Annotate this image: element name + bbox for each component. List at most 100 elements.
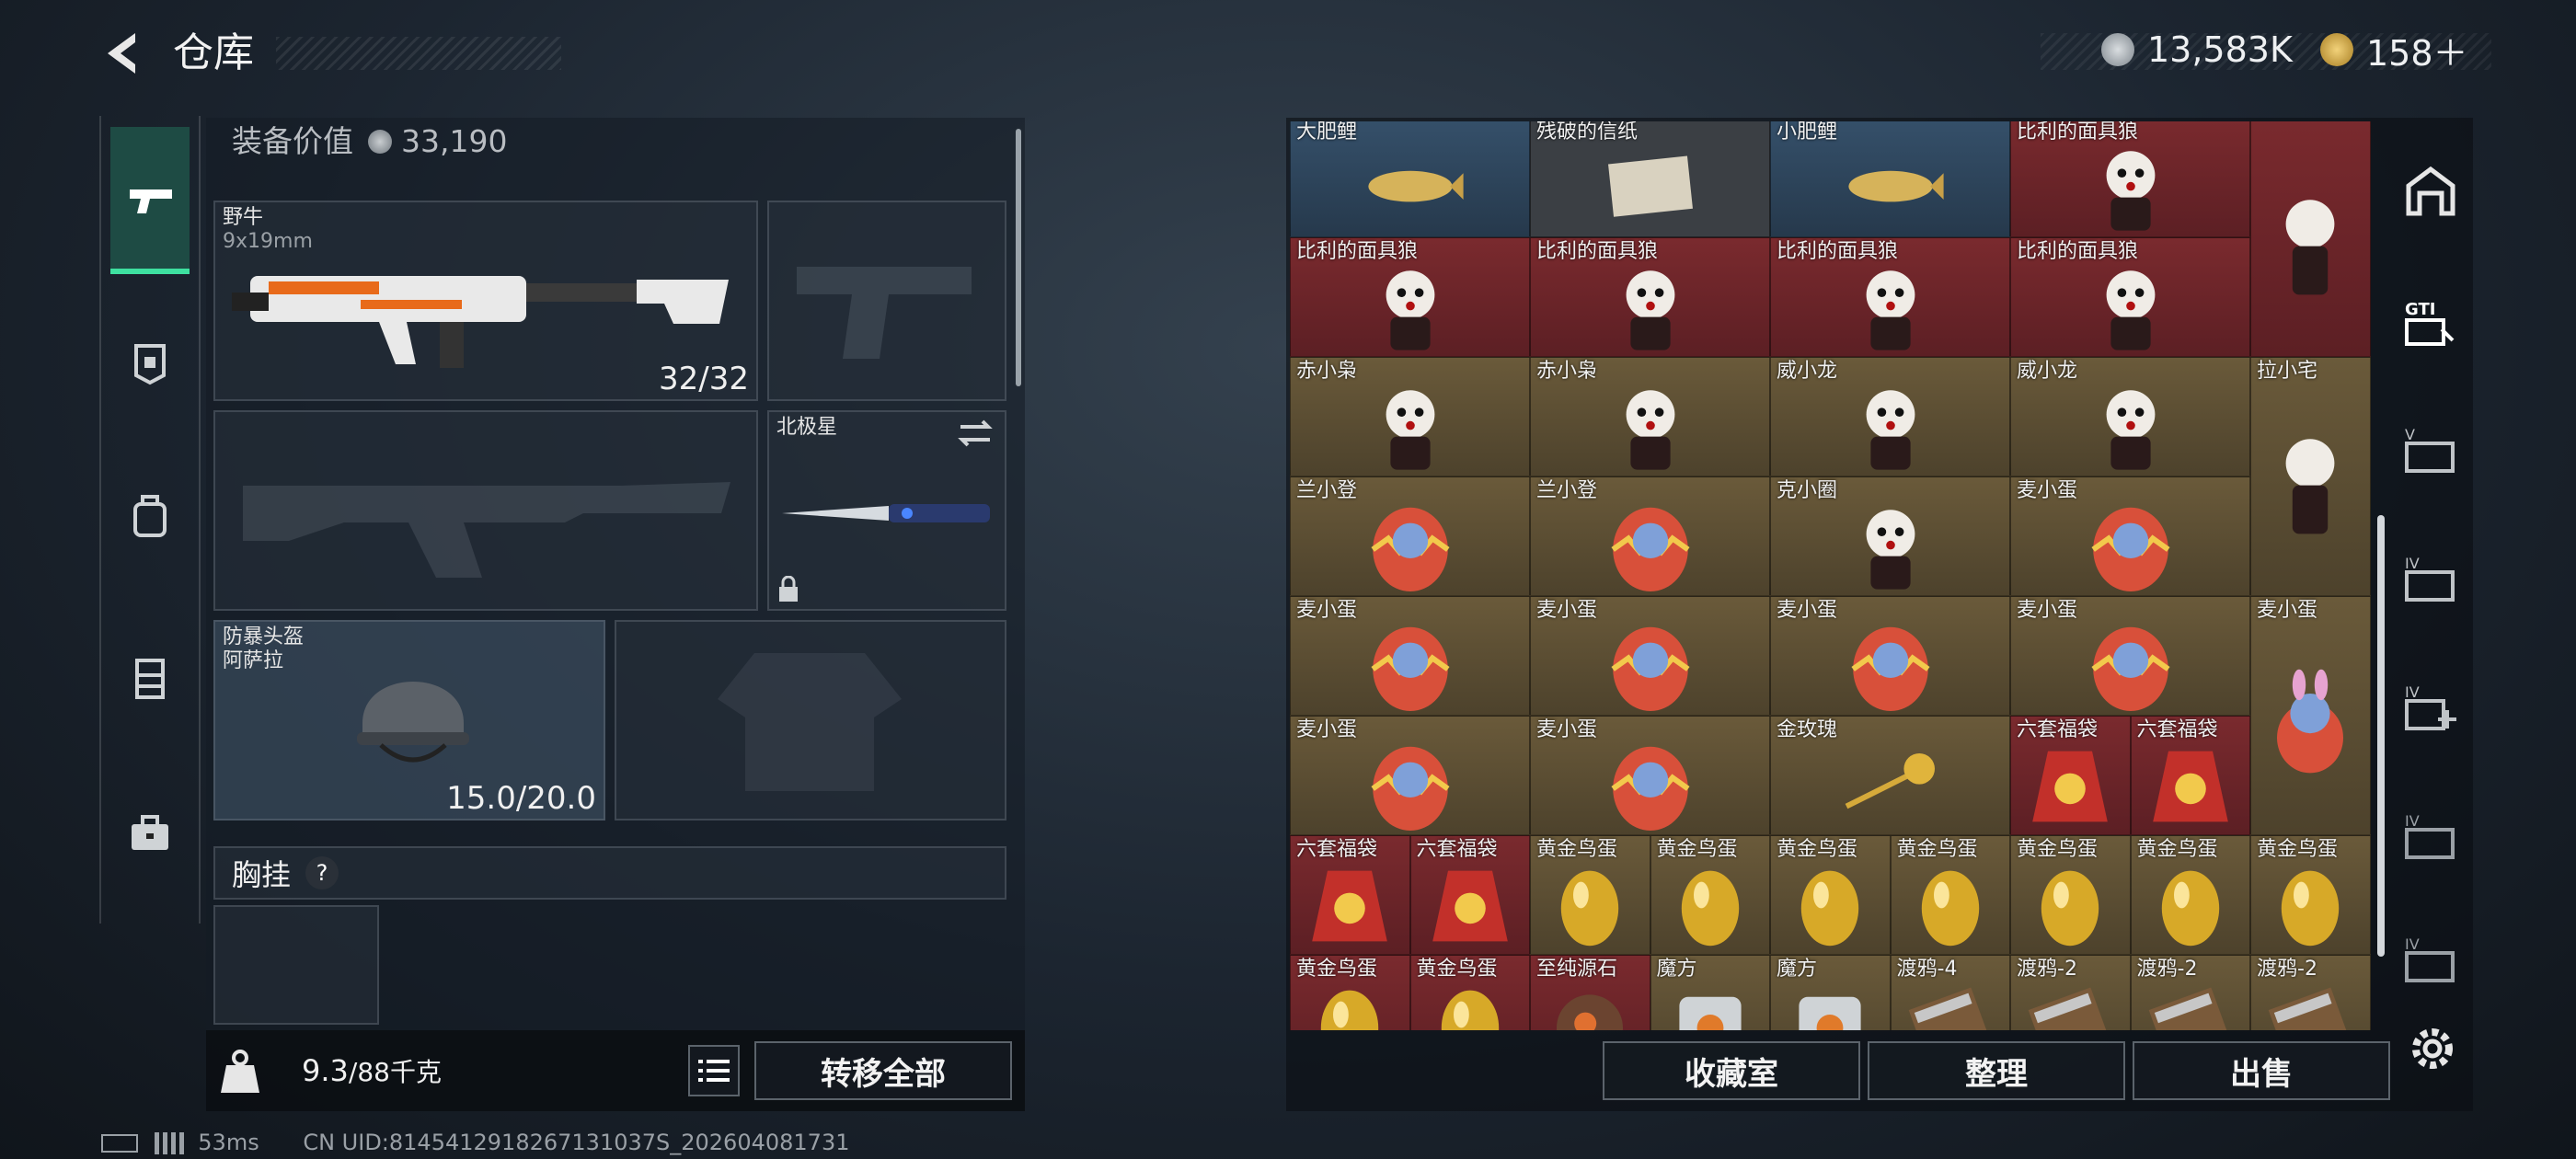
- stash-item[interactable]: 渡鸦-2: [2250, 955, 2371, 1030]
- stash-item[interactable]: 黄金鸟蛋: [2010, 835, 2131, 955]
- stash-item[interactable]: 比利的面具狼: [2010, 237, 2250, 357]
- stash-item[interactable]: 麦小蛋: [1770, 596, 2010, 716]
- egg-tall-icon: [2277, 669, 2344, 774]
- stash-item[interactable]: 赤小枭: [1530, 357, 1770, 476]
- vest-icon[interactable]: [122, 649, 178, 705]
- stash-item[interactable]: 残破的信纸: [1530, 121, 1770, 237]
- helmet-slot[interactable]: 防暴头盔 阿萨拉 15.0/20.0: [213, 620, 605, 820]
- chest-rig-slot[interactable]: [213, 905, 379, 1025]
- goldegg-icon: [1801, 870, 1859, 947]
- container-iv-medical-icon[interactable]: IV: [2401, 677, 2460, 736]
- gti-case-icon[interactable]: GTI: [2401, 293, 2460, 351]
- uid: CN UID:8145412918267131037S_202604081731: [303, 1130, 850, 1155]
- stash-item[interactable]: 赤小枭: [1290, 357, 1530, 476]
- stash-item[interactable]: 比利的面具狼: [1770, 237, 2010, 357]
- stash-icon[interactable]: [2401, 162, 2460, 221]
- container-v-icon[interactable]: V: [2401, 419, 2460, 478]
- ping: 53ms: [198, 1130, 259, 1155]
- stash-item[interactable]: 小肥鲤: [1770, 121, 2010, 237]
- stash-item[interactable]: [2250, 121, 2371, 357]
- container-iv-icon[interactable]: IV: [2401, 548, 2460, 607]
- item-name: 麦小蛋: [1777, 599, 1838, 622]
- stash-item[interactable]: 六套福袋: [2010, 716, 2131, 835]
- stash-item[interactable]: 麦小蛋: [1290, 716, 1530, 835]
- page-title: 仓库: [173, 29, 254, 76]
- stash-item[interactable]: 魔方: [1770, 955, 1891, 1030]
- stash-item[interactable]: 兰小登: [1530, 476, 1770, 596]
- stash-item[interactable]: 至纯源石: [1530, 955, 1650, 1030]
- settings-gear-icon[interactable]: [2405, 1021, 2460, 1076]
- stash-item[interactable]: 麦小蛋: [2010, 596, 2250, 716]
- stash-item[interactable]: 比利的面具狼: [1290, 237, 1530, 357]
- case-icon[interactable]: [122, 806, 178, 861]
- collection-room-button[interactable]: 收藏室: [1603, 1041, 1860, 1100]
- stash-item[interactable]: 克小圈: [1770, 476, 2010, 596]
- helmet-armor-icon[interactable]: [122, 333, 178, 388]
- doll-tall-icon: [2285, 200, 2335, 295]
- item-name: 六套福袋: [1416, 838, 1498, 861]
- stash-item[interactable]: 黄金鸟蛋: [2130, 835, 2250, 955]
- stash-grid: 大肥鲤 残破的信纸 小肥鲤 比利的面具狼 比利的面具狼 比利的面具狼 比利的面具狼 比利的面具…: [1290, 121, 2374, 1030]
- stash-item[interactable]: 六套福袋: [2130, 716, 2250, 835]
- secondary-weapon-slot[interactable]: [213, 410, 758, 611]
- stash-item[interactable]: 威小龙: [2010, 357, 2250, 476]
- svg-text:IV: IV: [2405, 935, 2420, 953]
- armor-slot[interactable]: [615, 620, 1006, 820]
- coin-balance[interactable]: 13,583K: [2101, 28, 2293, 72]
- stash-item[interactable]: 麦小蛋: [1290, 596, 1530, 716]
- container-iv-box-icon[interactable]: IV: [2401, 806, 2460, 865]
- melee-slot[interactable]: 北极星: [767, 410, 1006, 611]
- stash-item[interactable]: 六套福袋: [1290, 835, 1410, 955]
- equipment-scrollbar[interactable]: [1016, 129, 1021, 386]
- help-icon[interactable]: ?: [305, 856, 339, 889]
- item-name: 麦小蛋: [2017, 479, 2078, 502]
- primary-weapon-slot[interactable]: 野牛 9x19mm 32/32: [213, 201, 758, 401]
- stash-item[interactable]: 渡鸦-4: [1890, 955, 2010, 1030]
- doll-icon: [1866, 270, 1915, 350]
- stash-item[interactable]: 比利的面具狼: [1530, 237, 1770, 357]
- stash-item[interactable]: 渡鸦-2: [2010, 955, 2131, 1030]
- stash-scrollbar[interactable]: [2377, 515, 2385, 957]
- stash-item[interactable]: 魔方: [1650, 955, 1770, 1030]
- stash-item[interactable]: 渡鸦-2: [2130, 955, 2250, 1030]
- paper-icon: [1607, 155, 1693, 217]
- doll-icon: [1866, 510, 1915, 590]
- stash-item[interactable]: 麦小蛋: [2010, 476, 2250, 596]
- svg-text:IV: IV: [2405, 555, 2420, 572]
- stash-item[interactable]: 大肥鲤: [1290, 121, 1530, 237]
- stash-item[interactable]: 比利的面具狼: [2010, 121, 2250, 237]
- stash-item[interactable]: 拉小宅: [2250, 357, 2371, 596]
- stash-item[interactable]: 黄金鸟蛋: [1650, 835, 1770, 955]
- backpack-icon[interactable]: [122, 488, 178, 543]
- stash-item[interactable]: 威小龙: [1770, 357, 2010, 476]
- item-name: 黄金鸟蛋: [1656, 838, 1738, 861]
- stash-item[interactable]: 黄金鸟蛋: [1770, 835, 1891, 955]
- stash-item[interactable]: 麦小蛋: [2250, 596, 2371, 835]
- sort-button[interactable]: 整理: [1868, 1041, 2125, 1100]
- swap-icon[interactable]: [957, 418, 994, 449]
- list-view-button[interactable]: [688, 1045, 740, 1096]
- stash-item[interactable]: 兰小登: [1290, 476, 1530, 596]
- ticket-balance[interactable]: 158＋: [2320, 28, 2468, 74]
- stash-item[interactable]: 金玫瑰: [1770, 716, 2010, 835]
- helmet-durability: 15.0/20.0: [446, 780, 596, 817]
- stash-item[interactable]: 六套福袋: [1409, 835, 1530, 955]
- stash-item[interactable]: 麦小蛋: [1530, 596, 1770, 716]
- stash-item[interactable]: 黄金鸟蛋: [1290, 955, 1410, 1030]
- stash-item[interactable]: 黄金鸟蛋: [1409, 955, 1530, 1030]
- item-name: 残破的信纸: [1536, 121, 1639, 143]
- container-iv-case-icon[interactable]: IV: [2401, 929, 2460, 988]
- stash-item[interactable]: 黄金鸟蛋: [1890, 835, 2010, 955]
- title-decoration: [276, 37, 561, 70]
- item-name: 威小龙: [2017, 360, 2078, 383]
- list-icon: [698, 1060, 730, 1082]
- stash-item[interactable]: 麦小蛋: [1530, 716, 1770, 835]
- sidearm-slot[interactable]: [767, 201, 1006, 401]
- chest-rig-header[interactable]: 胸挂 ?: [213, 846, 1006, 900]
- sell-button[interactable]: 出售: [2133, 1041, 2390, 1100]
- transfer-all-button[interactable]: 转移全部: [754, 1041, 1012, 1100]
- back-icon[interactable]: [97, 26, 152, 81]
- stash-item[interactable]: 黄金鸟蛋: [2250, 835, 2371, 955]
- stash-item[interactable]: 黄金鸟蛋: [1530, 835, 1650, 955]
- chest-rig-label: 胸挂: [232, 857, 292, 892]
